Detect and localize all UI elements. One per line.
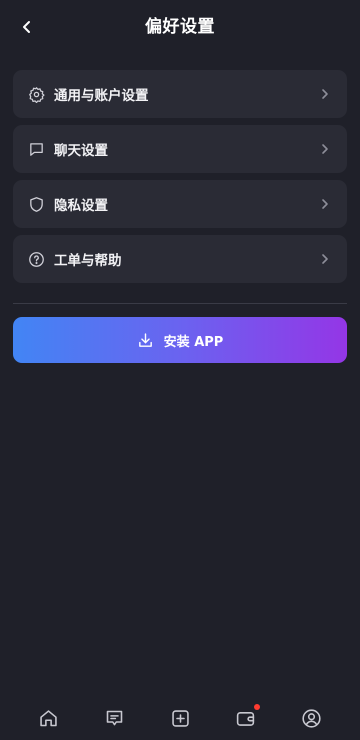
chevron-right-icon bbox=[317, 251, 333, 267]
download-icon bbox=[137, 331, 155, 349]
tab-create[interactable] bbox=[168, 706, 192, 730]
install-app-button[interactable]: 安装 APP bbox=[13, 317, 347, 363]
home-icon bbox=[39, 709, 57, 726]
bottom-tab-bar bbox=[0, 698, 360, 740]
install-app-label: 安装 APP bbox=[163, 334, 224, 350]
chevron-right-icon bbox=[317, 86, 333, 102]
menu-item-label: 工单与帮助 bbox=[54, 253, 122, 269]
plus-square-icon bbox=[171, 709, 189, 727]
page-title: 偏好设置 bbox=[145, 17, 215, 37]
notification-badge-dot bbox=[254, 704, 260, 710]
divider bbox=[13, 303, 347, 304]
menu-item-privacy-settings[interactable]: 隐私设置 bbox=[13, 180, 347, 228]
menu-item-label: 隐私设置 bbox=[54, 198, 108, 214]
menu-item-general-account[interactable]: 通用与账户设置 bbox=[13, 70, 347, 118]
tab-messages[interactable] bbox=[102, 706, 126, 730]
header: 偏好设置 bbox=[0, 0, 360, 54]
menu-item-label: 通用与账户设置 bbox=[54, 88, 149, 104]
chevron-right-icon bbox=[317, 141, 333, 157]
menu-item-chat-settings[interactable]: 聊天设置 bbox=[13, 125, 347, 173]
gear-icon bbox=[27, 85, 45, 103]
profile-icon bbox=[301, 708, 321, 728]
chat-bubble-icon bbox=[27, 140, 45, 158]
message-icon bbox=[106, 710, 122, 725]
wallet-icon bbox=[236, 711, 254, 726]
help-circle-icon bbox=[27, 250, 45, 268]
settings-menu: 通用与账户设置 聊天设置 隐私设置 工单与帮助 bbox=[13, 70, 347, 290]
tab-home[interactable] bbox=[36, 706, 60, 730]
tab-profile[interactable] bbox=[299, 706, 323, 730]
menu-item-label: 聊天设置 bbox=[54, 143, 108, 159]
chevron-right-icon bbox=[317, 196, 333, 212]
tab-wallet[interactable] bbox=[233, 704, 260, 730]
menu-item-tickets-help[interactable]: 工单与帮助 bbox=[13, 235, 347, 283]
shield-icon bbox=[27, 195, 45, 213]
